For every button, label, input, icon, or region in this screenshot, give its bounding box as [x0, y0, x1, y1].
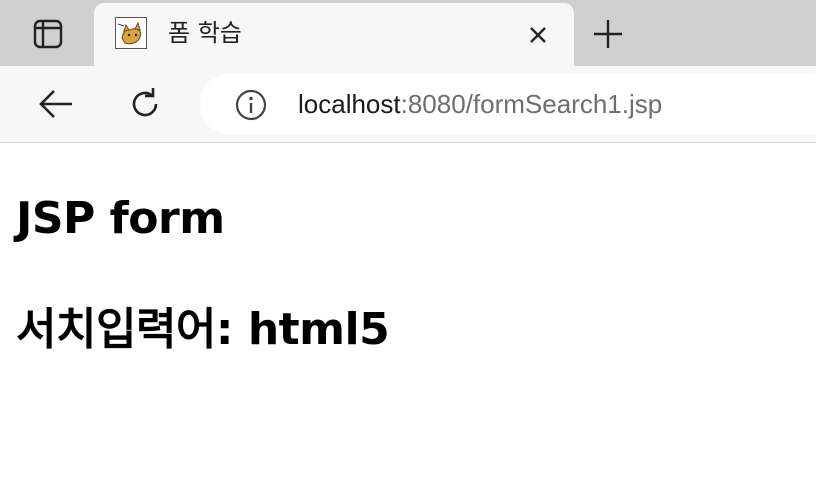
back-arrow-icon: [39, 90, 72, 118]
reload-button[interactable]: [125, 84, 165, 124]
url-text[interactable]: localhost:8080/formSearch1.jsp: [298, 87, 662, 121]
page-heading: JSP form: [16, 193, 225, 244]
tomcat-favicon: [115, 17, 147, 49]
close-icon: [530, 27, 546, 43]
reload-icon: [132, 88, 158, 117]
tab-title: 폼 학습: [168, 19, 242, 47]
toolbar: localhost:8080/formSearch1.jsp: [0, 66, 816, 143]
search-term-heading: 서치입력어: html5: [16, 304, 390, 355]
tab-strip: 폼 학습: [0, 0, 816, 66]
address-bar[interactable]: localhost:8080/formSearch1.jsp: [200, 74, 816, 134]
page-content: JSP form 서치입력어: html5: [0, 143, 816, 498]
new-tab-button[interactable]: [590, 16, 626, 52]
plus-icon: [594, 20, 622, 48]
tab-close-button[interactable]: [524, 21, 552, 49]
info-icon[interactable]: [234, 88, 268, 122]
url-host: localhost: [298, 89, 401, 119]
url-path: :8080/formSearch1.jsp: [400, 89, 663, 119]
back-button[interactable]: [36, 84, 76, 124]
browser-window: 폼 학습 localhost:8080/formSearch1.jsp JSP …: [0, 0, 816, 498]
active-tab[interactable]: 폼 학습: [94, 3, 574, 66]
tab-actions-icon: [33, 19, 63, 49]
tab-actions-button[interactable]: [18, 12, 78, 56]
